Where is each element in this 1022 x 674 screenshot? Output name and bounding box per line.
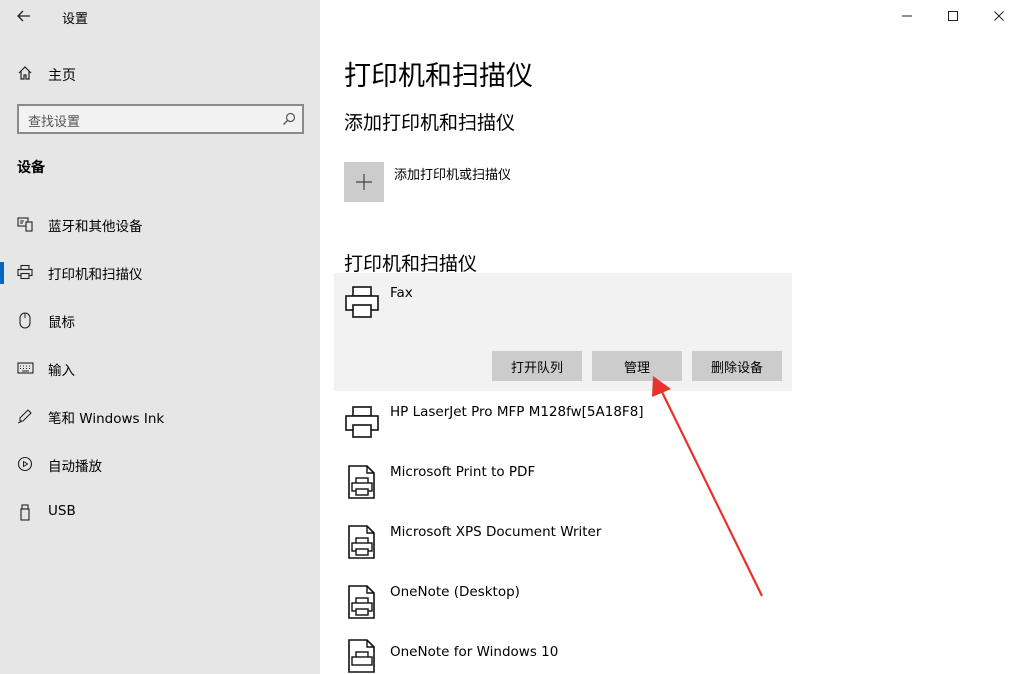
add-printer-button[interactable] — [344, 162, 384, 202]
sidebar-item-home[interactable]: 主页 — [0, 58, 320, 90]
add-section-title: 添加打印机和扫描仪 — [344, 112, 516, 134]
sidebar-item-label: 自动播放 — [48, 459, 102, 475]
app-title: 设置 — [62, 12, 89, 27]
maximize-icon — [948, 11, 958, 21]
printer-icon[interactable] — [344, 404, 380, 440]
sidebar-item-label: 输入 — [48, 363, 75, 379]
sidebar-item-mouse[interactable]: 鼠标 — [0, 300, 320, 340]
close-icon — [994, 11, 1004, 21]
pen-icon — [16, 407, 34, 425]
sidebar-item-pen[interactable]: 笔和 Windows Ink — [0, 396, 320, 436]
back-arrow-icon — [17, 10, 30, 22]
search-placeholder: 查找设置 — [28, 115, 81, 130]
sidebar-item-typing[interactable]: 输入 — [0, 348, 320, 388]
sidebar-item-label: 蓝牙和其他设备 — [48, 219, 143, 235]
sidebar-item-autoplay[interactable]: 自动播放 — [0, 444, 320, 484]
sidebar-item-bluetooth[interactable]: 蓝牙和其他设备 — [0, 204, 320, 244]
add-printer-label[interactable]: 添加打印机或扫描仪 — [394, 164, 511, 183]
sidebar-item-label: USB — [48, 503, 76, 519]
device-name[interactable]: Microsoft Print to PDF — [390, 464, 535, 480]
autoplay-icon — [16, 455, 34, 473]
home-label: 主页 — [48, 68, 76, 84]
plus-icon — [356, 174, 372, 190]
minimize-button[interactable] — [884, 0, 930, 32]
document-printer-icon[interactable] — [344, 524, 380, 560]
sidebar-item-label: 打印机和扫描仪 — [48, 267, 143, 283]
device-name[interactable]: HP LaserJet Pro MFP M128fw[5A18F8] — [390, 404, 644, 420]
minimize-icon — [902, 15, 912, 17]
device-name: Fax — [390, 285, 413, 301]
document-printer-icon[interactable] — [344, 464, 380, 500]
sidebar: 设置 主页 查找设置 设备 蓝牙和其他设备 打印机和扫描仪 鼠标 输入 笔和 W… — [0, 0, 320, 674]
back-button[interactable] — [10, 4, 38, 28]
open-queue-button[interactable]: 打开队列 — [492, 351, 582, 381]
document-printer-icon[interactable] — [344, 584, 380, 620]
sidebar-item-usb[interactable]: USB — [0, 492, 320, 532]
sidebar-item-printers[interactable]: 打印机和扫描仪 — [0, 252, 320, 292]
keyboard-icon — [16, 359, 34, 377]
page-title: 打印机和扫描仪 — [344, 61, 533, 92]
printer-icon — [344, 284, 380, 320]
device-name[interactable]: Microsoft XPS Document Writer — [390, 524, 601, 540]
close-button[interactable] — [976, 0, 1022, 32]
sidebar-section-title: 设备 — [17, 160, 45, 176]
home-icon — [17, 65, 33, 85]
printers-section-title: 打印机和扫描仪 — [344, 253, 478, 275]
manage-button[interactable]: 管理 — [592, 351, 682, 381]
active-indicator — [0, 262, 4, 284]
remove-device-button[interactable]: 删除设备 — [692, 351, 782, 381]
sidebar-item-label: 鼠标 — [48, 315, 75, 331]
printer-icon — [16, 263, 34, 281]
usb-icon — [16, 503, 34, 521]
device-name[interactable]: OneNote (Desktop) — [390, 584, 520, 600]
maximize-button[interactable] — [930, 0, 976, 32]
search-icon — [282, 111, 296, 130]
document-printer-icon[interactable] — [344, 638, 380, 674]
mouse-icon — [16, 311, 34, 329]
search-input[interactable]: 查找设置 — [17, 104, 304, 134]
device-name[interactable]: OneNote for Windows 10 — [390, 644, 558, 660]
sidebar-item-label: 笔和 Windows Ink — [48, 411, 165, 427]
bluetooth-devices-icon — [16, 215, 34, 233]
